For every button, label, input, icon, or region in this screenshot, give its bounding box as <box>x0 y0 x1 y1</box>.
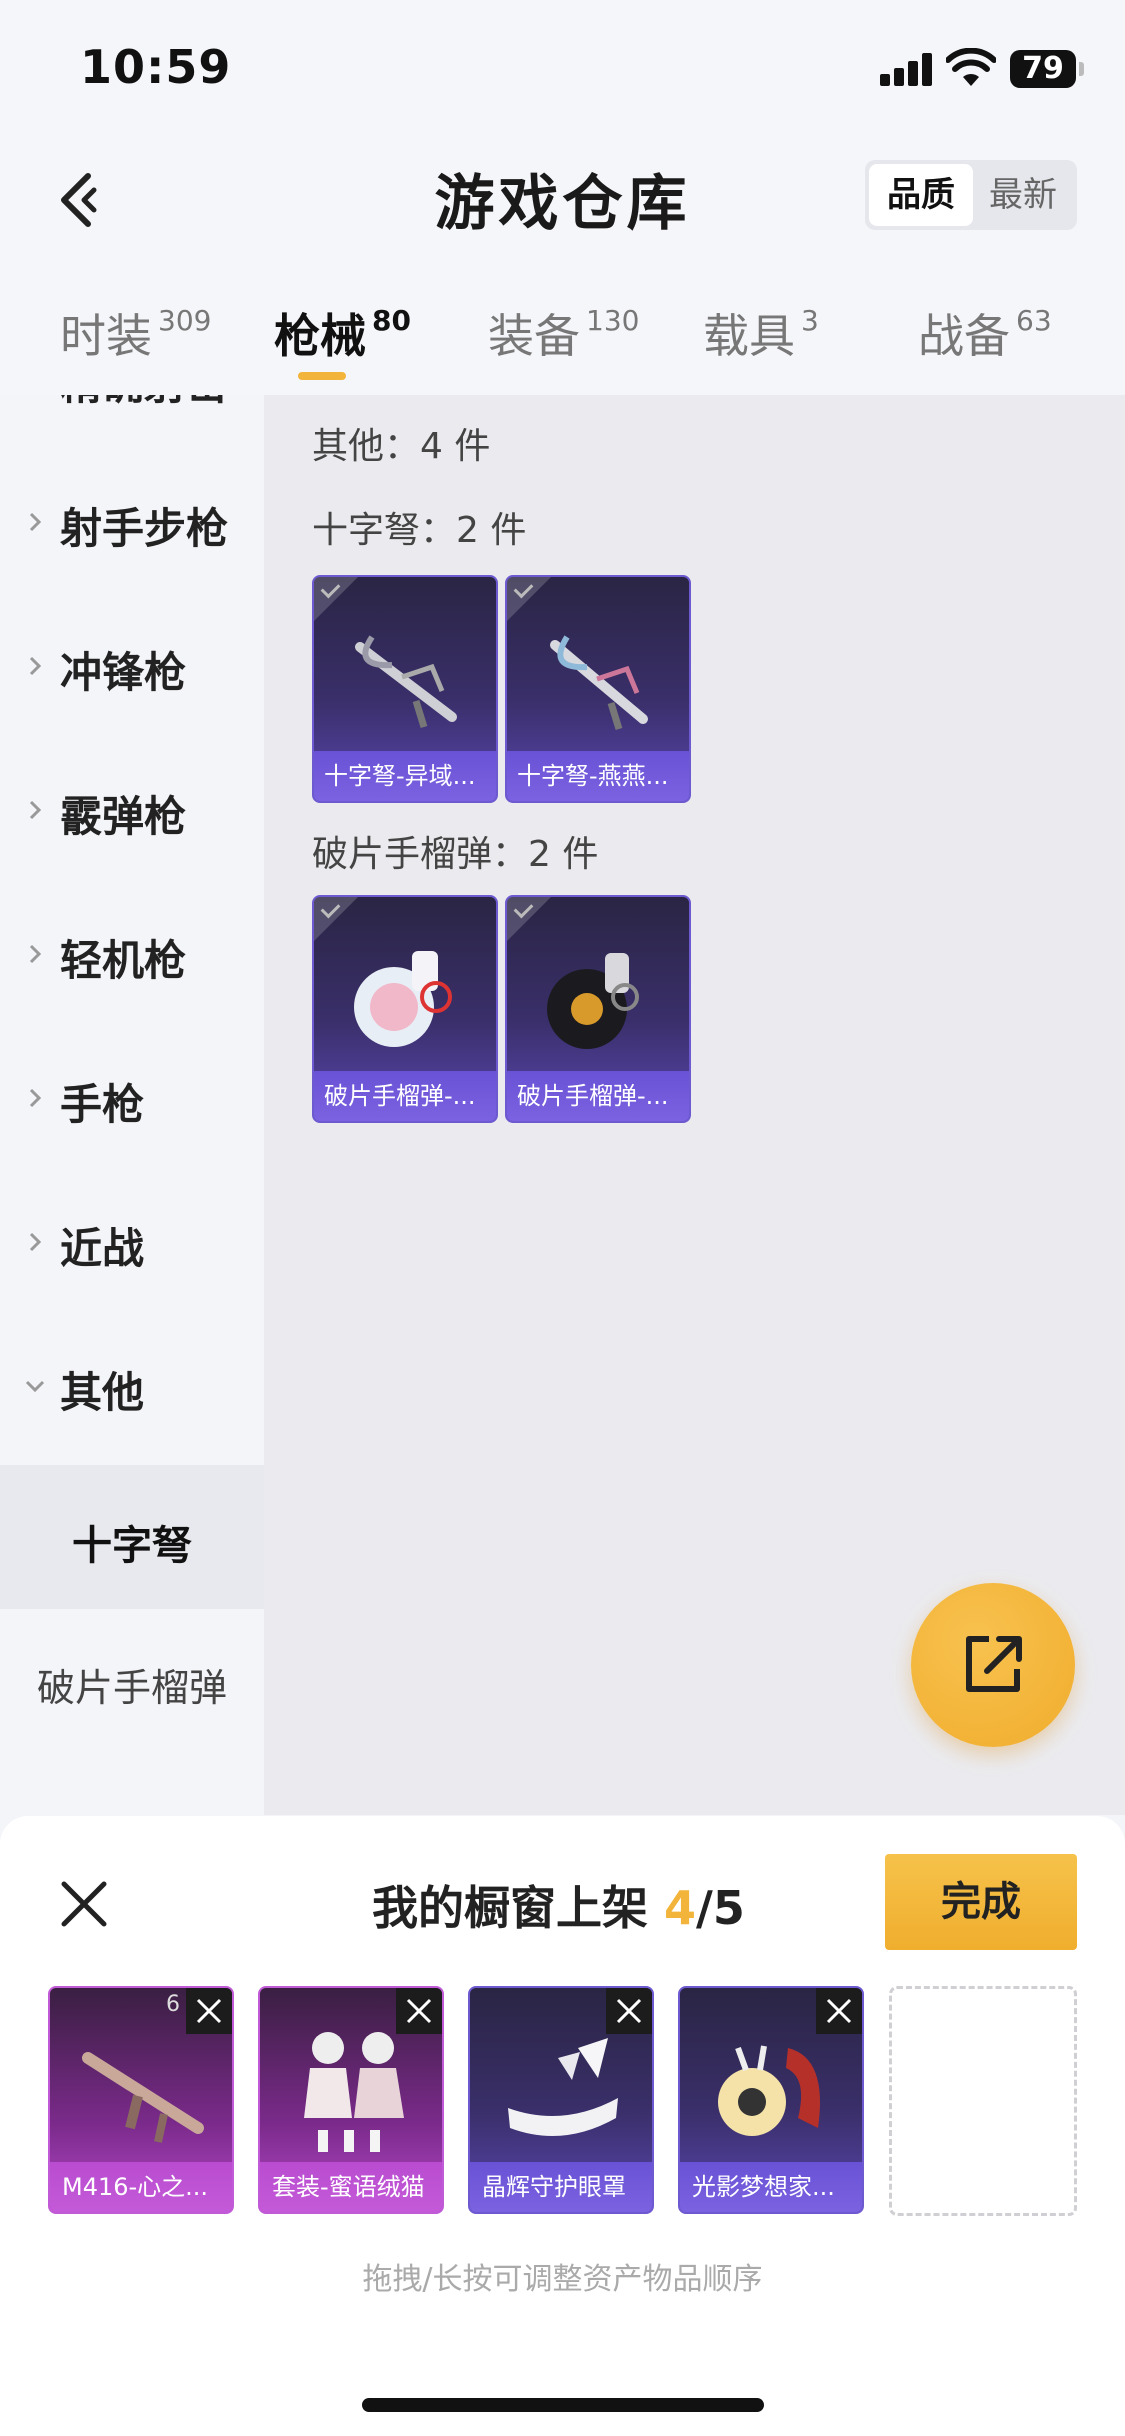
back-arrow-icon[interactable] <box>50 160 120 240</box>
done-button[interactable]: 完成 <box>885 1854 1077 1950</box>
remove-button[interactable] <box>816 1988 862 2034</box>
item-caption: 套装-蜜语绒猫 <box>260 2162 442 2212</box>
sidebar: 精确射击 射手步枪 冲锋枪 霰弹枪 轻机枪 手枪 近战 其他 十字弩 破片手榴弹 <box>0 395 264 1815</box>
eye-mask-image <box>508 2038 618 2136</box>
remove-icon <box>196 1998 222 2024</box>
remove-icon <box>826 1998 852 2024</box>
close-icon[interactable] <box>56 1876 112 1932</box>
cellular-signal-icon <box>880 52 934 86</box>
sidebar-item-smg[interactable]: 冲锋枪 <box>0 597 264 741</box>
chevron-down-icon <box>25 1380 45 1393</box>
item-caption: 破片手榴弹-... <box>314 1071 496 1121</box>
item-caption: 十字弩-异域... <box>314 751 496 801</box>
headwear-image <box>718 2045 820 2136</box>
outfit-image <box>304 2032 404 2152</box>
active-tab-indicator <box>298 372 346 380</box>
remove-icon <box>406 1998 432 2024</box>
crossbow-image <box>550 635 648 731</box>
showcase-item-1[interactable]: 6 M416-心之... <box>48 1986 234 2214</box>
item-caption: 光影梦想家... <box>680 2162 862 2212</box>
wifi-icon <box>946 48 996 86</box>
battery-indicator: 79 <box>1010 50 1084 88</box>
sidebar-subitem-grenade[interactable]: 破片手榴弹 <box>0 1609 264 1753</box>
item-card-crossbow-2[interactable]: 十字弩-燕燕... <box>505 575 691 803</box>
sidebar-subitem-crossbow[interactable]: 十字弩 <box>0 1465 264 1609</box>
grenade-image <box>354 951 452 1047</box>
tab-equipment[interactable]: 装备 130 <box>488 300 639 370</box>
item-caption: 晶辉守护眼罩 <box>470 2162 652 2212</box>
chevron-right-icon <box>29 1088 42 1108</box>
crossbow-image <box>355 635 457 729</box>
home-indicator <box>362 2398 764 2412</box>
showcase-item-3[interactable]: 晶辉守护眼罩 <box>468 1986 654 2214</box>
showcase-panel: 我的橱窗上架 4/5 完成 6 M416-心之... 套装-蜜语绒猫 晶辉守护眼… <box>0 1816 1125 2436</box>
sidebar-item-pistol[interactable]: 手枪 <box>0 1029 264 1173</box>
section-crossbow-title: 十字弩：2 件 <box>312 510 527 551</box>
showcase-count: 4 <box>664 1881 697 1935</box>
chevron-right-icon <box>29 512 42 532</box>
section-grenade-title: 破片手榴弹：2 件 <box>312 834 599 875</box>
tab-vehicles[interactable]: 载具 3 <box>703 300 819 370</box>
sort-quality-button[interactable]: 品质 <box>869 164 973 226</box>
header: 游戏仓库 品质 最新 <box>0 130 1125 270</box>
share-icon <box>966 1636 1022 1692</box>
remove-button[interactable] <box>396 1988 442 2034</box>
section-other-count: 其他：4 件 <box>312 426 491 467</box>
category-tabs: 时装 309 枪械 80 装备 130 载具 3 战备 63 <box>0 270 1125 395</box>
reorder-hint: 拖拽/长按可调整资产物品顺序 <box>362 2262 763 2297</box>
item-caption: 十字弩-燕燕... <box>507 751 689 801</box>
chevron-right-icon <box>29 656 42 676</box>
item-caption: 破片手榴弹-... <box>507 1071 689 1121</box>
sidebar-item-other[interactable]: 其他 <box>0 1317 264 1461</box>
item-corner-label: 6 <box>166 1992 180 2017</box>
sort-toggle: 品质 最新 <box>865 160 1077 230</box>
item-card-grenade-1[interactable]: 破片手榴弹-... <box>312 895 498 1123</box>
chevron-right-icon <box>29 800 42 820</box>
item-card-grenade-2[interactable]: 破片手榴弹-... <box>505 895 691 1123</box>
sidebar-item-melee[interactable]: 近战 <box>0 1173 264 1317</box>
status-time: 10:59 <box>80 40 232 94</box>
remove-icon <box>616 1998 642 2024</box>
grenade-image <box>547 953 639 1049</box>
sort-newest-button[interactable]: 最新 <box>971 164 1075 226</box>
rifle-image <box>82 2052 204 2143</box>
showcase-title: 我的橱窗上架 4/5 <box>372 1881 745 1935</box>
item-caption: M416-心之... <box>50 2162 232 2212</box>
empty-showcase-slot[interactable] <box>889 1986 1077 2216</box>
status-bar: 10:59 79 <box>0 0 1125 130</box>
showcase-item-4[interactable]: 光影梦想家... <box>678 1986 864 2214</box>
remove-button[interactable] <box>606 1988 652 2034</box>
sidebar-item-marksman-partial[interactable]: 精确射击 <box>0 395 264 453</box>
remove-button[interactable] <box>186 1988 232 2034</box>
share-button[interactable] <box>911 1583 1075 1747</box>
sidebar-item-marksman-rifle[interactable]: 射手步枪 <box>0 453 264 597</box>
chevron-right-icon <box>29 944 42 964</box>
tab-fashion[interactable]: 时装 309 <box>60 300 211 370</box>
item-card-crossbow-1[interactable]: 十字弩-异域... <box>312 575 498 803</box>
tab-guns[interactable]: 枪械 80 <box>274 300 411 370</box>
chevron-right-icon <box>29 1232 42 1252</box>
sidebar-item-lmg[interactable]: 轻机枪 <box>0 885 264 1029</box>
showcase-item-2[interactable]: 套装-蜜语绒猫 <box>258 1986 444 2214</box>
showcase-total: /5 <box>696 1881 745 1935</box>
tab-supplies[interactable]: 战备 63 <box>918 300 1052 370</box>
sidebar-item-shotgun[interactable]: 霰弹枪 <box>0 741 264 885</box>
